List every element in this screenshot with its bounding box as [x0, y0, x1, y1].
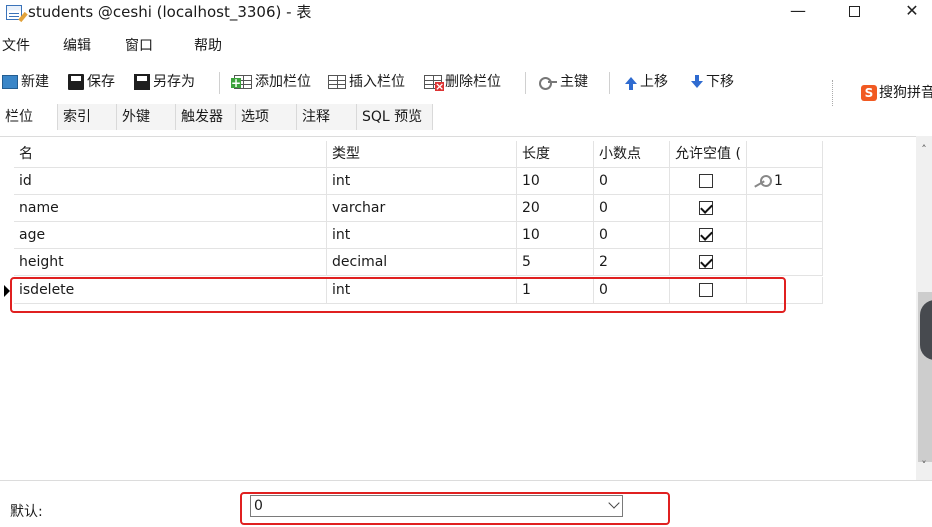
- field-type-cell[interactable]: decimal: [327, 249, 517, 276]
- tab-options[interactable]: 选项: [236, 104, 297, 130]
- field-key-cell: [747, 249, 823, 276]
- tab-sql-preview[interactable]: SQL 预览: [357, 104, 433, 130]
- field-type-cell[interactable]: int: [327, 222, 517, 249]
- field-nullable-cell[interactable]: [670, 249, 747, 276]
- field-decimals-cell[interactable]: 0: [594, 168, 670, 195]
- save-icon: [68, 74, 84, 90]
- tab-foreign-keys[interactable]: 外键: [117, 104, 176, 130]
- nullable-checkbox[interactable]: [699, 174, 713, 188]
- table-design-icon: [6, 5, 28, 23]
- field-length-cell[interactable]: 10: [517, 168, 594, 195]
- nullable-checkbox[interactable]: [699, 255, 713, 269]
- header-nullable[interactable]: 允许空值 (: [670, 141, 747, 168]
- primary-key-button[interactable]: 主键: [539, 70, 588, 94]
- ime-label: 搜狗拼音: [879, 85, 932, 101]
- annotation-highlight-default: [240, 492, 670, 525]
- field-key-cell: [747, 195, 823, 222]
- add-field-button[interactable]: 添加栏位: [231, 70, 311, 94]
- field-nullable-cell[interactable]: [670, 222, 747, 249]
- nullable-checkbox[interactable]: [699, 201, 713, 215]
- maximize-button[interactable]: [831, 0, 877, 24]
- field-decimals-cell[interactable]: 0: [594, 195, 670, 222]
- field-length-cell[interactable]: 20: [517, 195, 594, 222]
- tab-triggers[interactable]: 触发器: [176, 104, 236, 130]
- primary-key-icon: [752, 175, 772, 187]
- window-title: students @ceshi (localhost_3306) - 表: [28, 3, 312, 21]
- delete-field-button[interactable]: 删除栏位: [424, 70, 501, 94]
- field-type-cell[interactable]: varchar: [327, 195, 517, 222]
- field-properties-panel: 默认: 0: [0, 480, 932, 527]
- minimize-button[interactable]: —: [775, 0, 821, 24]
- title-bar: students @ceshi (localhost_3306) - 表 — ✕: [0, 0, 932, 26]
- save-as-icon: [134, 74, 150, 90]
- toolbar-separator: [219, 72, 220, 94]
- header-length[interactable]: 长度: [517, 141, 594, 168]
- annotation-highlight-row: [10, 277, 786, 313]
- arrow-down-icon: [691, 74, 703, 88]
- close-button[interactable]: ✕: [889, 0, 932, 24]
- field-key-cell: [747, 222, 823, 249]
- save-as-button[interactable]: 另存为: [134, 70, 195, 94]
- default-label: 默认:: [10, 504, 43, 520]
- scroll-up-icon[interactable]: ˄: [916, 142, 932, 158]
- tab-comment[interactable]: 注释: [297, 104, 357, 130]
- new-button[interactable]: 新建: [2, 70, 49, 94]
- menu-help[interactable]: 帮助: [194, 34, 222, 58]
- field-decimals-cell[interactable]: 0: [594, 222, 670, 249]
- menu-window[interactable]: 窗口: [125, 34, 153, 58]
- sogou-logo-icon: S: [861, 85, 877, 101]
- toolbar-separator: [525, 72, 526, 94]
- field-nullable-cell[interactable]: [670, 168, 747, 195]
- scroll-down-icon[interactable]: ˅: [916, 458, 932, 474]
- menu-bar: 文件 编辑 窗口 帮助: [0, 34, 932, 58]
- field-nullable-cell[interactable]: [670, 195, 747, 222]
- field-decimals-cell[interactable]: 2: [594, 249, 670, 276]
- field-type-cell[interactable]: int: [327, 168, 517, 195]
- move-down-button[interactable]: 下移: [691, 70, 734, 94]
- move-up-button[interactable]: 上移: [625, 70, 668, 94]
- menu-file[interactable]: 文件: [2, 34, 30, 58]
- insert-field-button[interactable]: 插入栏位: [328, 70, 405, 94]
- save-button[interactable]: 保存: [68, 70, 115, 94]
- toolbar: 新建 保存 另存为 添加栏位 插入栏位 删除栏位 主键 上移 下移: [0, 66, 932, 98]
- field-length-cell[interactable]: 10: [517, 222, 594, 249]
- field-name-cell[interactable]: name: [14, 195, 327, 222]
- add-field-icon: [231, 75, 252, 89]
- tab-bar: 栏位 索引 外键 触发器 选项 注释 SQL 预览: [0, 104, 932, 130]
- delete-field-icon: [424, 75, 444, 91]
- tab-fields[interactable]: 栏位: [0, 104, 58, 130]
- key-icon: [539, 75, 557, 90]
- header-type[interactable]: 类型: [327, 141, 517, 168]
- nullable-checkbox[interactable]: [699, 228, 713, 242]
- field-name-cell[interactable]: id: [14, 168, 327, 195]
- maximize-icon: [848, 6, 860, 17]
- header-name[interactable]: 名: [14, 141, 327, 168]
- field-name-cell[interactable]: height: [14, 249, 327, 276]
- new-icon: [2, 75, 18, 89]
- tab-indexes[interactable]: 索引: [58, 104, 117, 130]
- field-name-cell[interactable]: age: [14, 222, 327, 249]
- header-key[interactable]: [747, 141, 823, 168]
- field-length-cell[interactable]: 5: [517, 249, 594, 276]
- ime-status-badge[interactable]: S 搜狗拼音: [832, 80, 932, 106]
- header-decimals[interactable]: 小数点: [594, 141, 670, 168]
- field-key-cell: 1: [747, 168, 823, 195]
- menu-edit[interactable]: 编辑: [63, 34, 91, 58]
- floating-overlay-knob: [920, 300, 932, 360]
- toolbar-separator: [609, 72, 610, 94]
- insert-field-icon: [328, 75, 346, 89]
- arrow-up-icon: [625, 76, 637, 90]
